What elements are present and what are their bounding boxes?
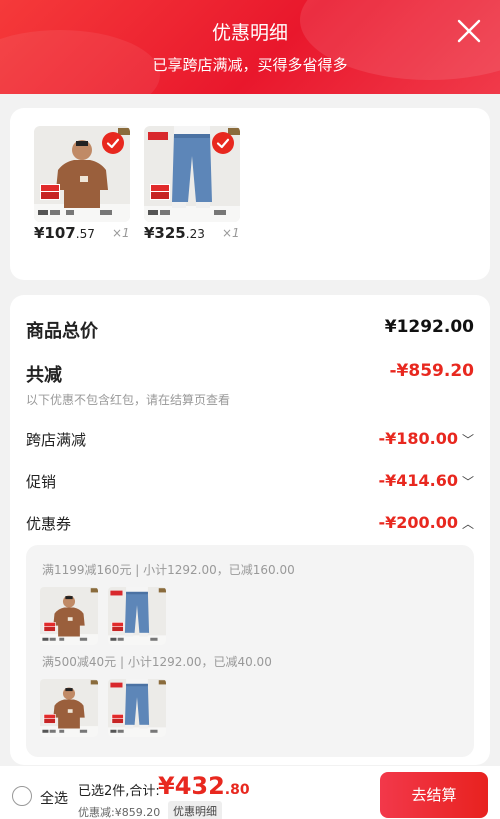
jeans-image xyxy=(108,679,166,737)
discount-details-card: 商品总价 ¥1292.00 共减 -¥859.20 以下优惠不包含红包，请在结算… xyxy=(10,295,490,765)
page-title: 优惠明细 xyxy=(211,22,288,44)
product-item[interactable] xyxy=(34,126,130,222)
cross-store-label: 跨店满减 xyxy=(26,431,87,449)
total-price: ¥432.80 xyxy=(158,772,250,800)
reduce-label: 共减 xyxy=(26,365,62,386)
check-icon[interactable] xyxy=(102,132,124,154)
chevron-up-icon[interactable]: ︿ xyxy=(462,515,474,532)
coupon-product-tshirt xyxy=(40,679,98,737)
chevron-down-icon[interactable]: ﹀ xyxy=(462,473,474,490)
header: 优惠明细 已享跨店满减，买得多省得多 xyxy=(0,0,500,94)
tshirt-image xyxy=(40,587,98,645)
selection-summary: 已选2件,合计: xyxy=(78,784,160,799)
product-image-jeans[interactable] xyxy=(144,126,240,222)
total-label: 商品总价 xyxy=(26,321,98,342)
product-item[interactable] xyxy=(144,126,240,222)
discount-note: 以下优惠不包含红包，请在结算页查看 xyxy=(26,393,231,407)
reduce-value: -¥859.20 xyxy=(389,361,475,381)
coupon-row[interactable]: -¥200.00 ︿ xyxy=(378,513,474,532)
coupon-detail-box: 满1199减160元 | 小计1292.00，已减160.00 满500减40元… xyxy=(26,545,474,757)
page-subtitle: 已享跨店满减，买得多省得多 xyxy=(152,56,348,74)
chevron-down-icon[interactable]: ﹀ xyxy=(462,431,474,448)
selected-products-card: ¥107.57 ×1 ¥325.23 ×1 xyxy=(10,108,490,280)
select-all-radio[interactable] xyxy=(12,786,32,806)
jeans-image xyxy=(108,587,166,645)
checkout-button[interactable]: 去结算 xyxy=(380,772,488,818)
total-value: ¥1292.00 xyxy=(384,317,474,337)
product-quantity: ×1 xyxy=(222,226,240,240)
promo-label: 促销 xyxy=(26,473,57,491)
discount-detail-tag[interactable]: 优惠明细 xyxy=(168,801,222,819)
checkout-bar: 全选 已选2件,合计: ¥432.80 优惠减:¥859.20 优惠明细 去结算 xyxy=(0,766,500,819)
coupon-product-jeans xyxy=(108,587,166,645)
product-price: ¥325.23 xyxy=(144,224,205,242)
promo-value: -¥414.60 xyxy=(378,471,458,490)
tshirt-image xyxy=(40,679,98,737)
discount-amount: 优惠减:¥859.20 xyxy=(78,806,161,819)
close-icon[interactable] xyxy=(456,18,482,44)
cross-store-value: -¥180.00 xyxy=(378,429,458,448)
coupon-label: 优惠券 xyxy=(26,515,72,533)
promo-row[interactable]: -¥414.60 ﹀ xyxy=(378,471,474,490)
select-all-label[interactable]: 全选 xyxy=(40,788,68,808)
coupon-product-jeans xyxy=(108,679,166,737)
product-price: ¥107.57 xyxy=(34,224,95,242)
coupon-rule-1: 满1199减160元 | 小计1292.00，已减160.00 xyxy=(42,563,295,577)
cross-store-row[interactable]: -¥180.00 ﹀ xyxy=(378,429,474,448)
coupon-value: -¥200.00 xyxy=(378,513,458,532)
check-icon[interactable] xyxy=(212,132,234,154)
product-quantity: ×1 xyxy=(112,226,130,240)
coupon-product-tshirt xyxy=(40,587,98,645)
product-image-tshirt[interactable] xyxy=(34,126,130,222)
coupon-rule-2: 满500减40元 | 小计1292.00，已减40.00 xyxy=(42,655,272,669)
